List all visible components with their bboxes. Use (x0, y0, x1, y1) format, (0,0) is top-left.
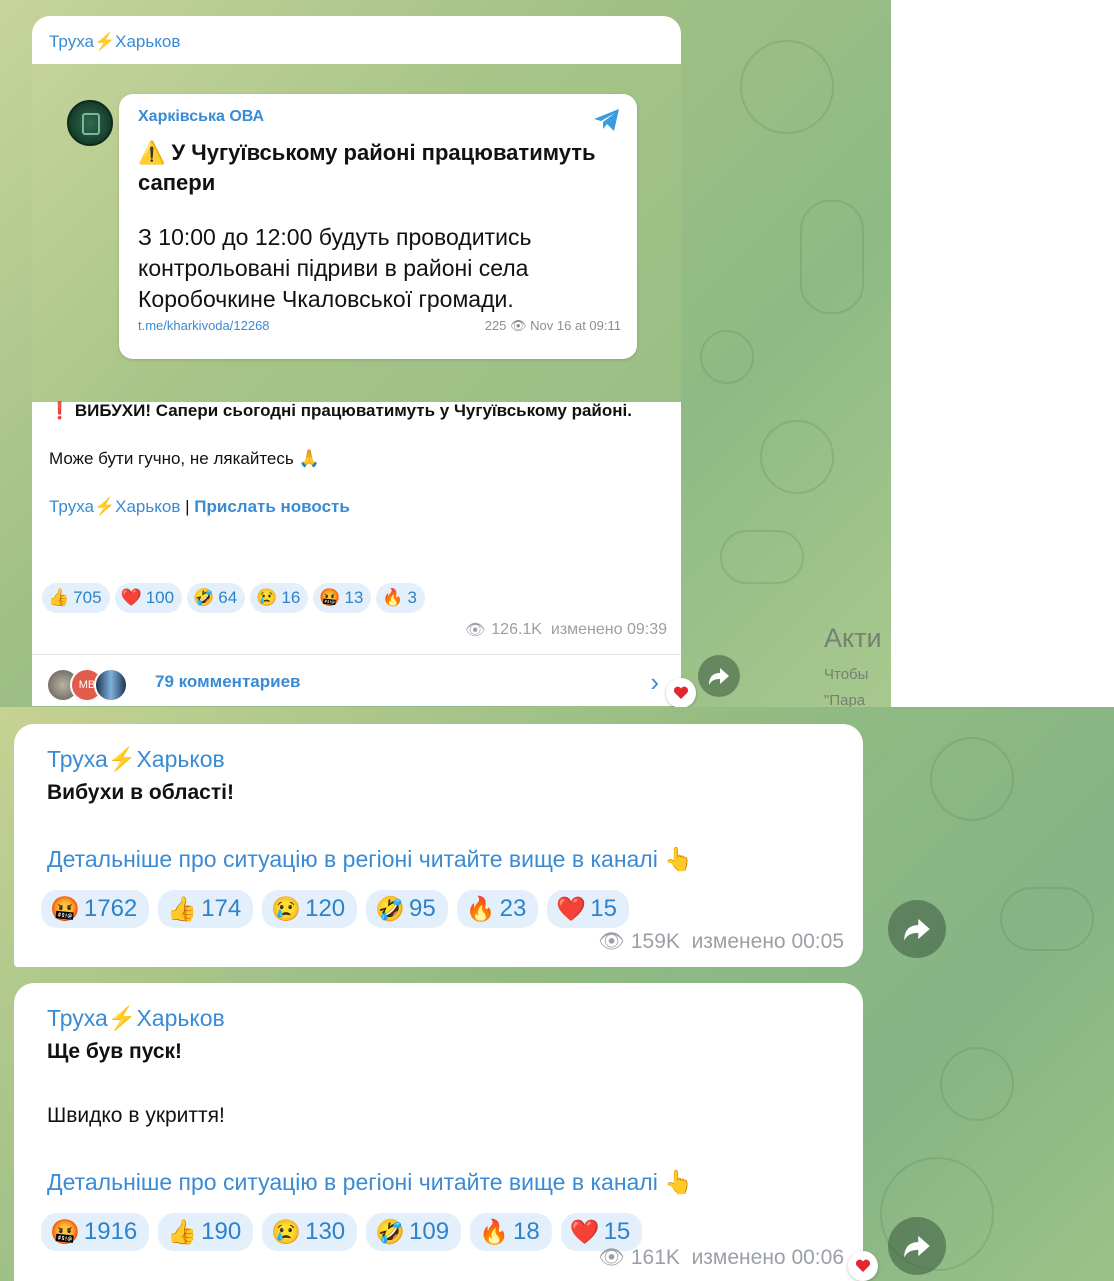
reaction-fire[interactable]: 🔥 23 (456, 890, 539, 928)
message-meta: 👁 161K изменено 00:06 (598, 1246, 844, 1270)
reactions-row: 👍 705 ❤️ 100 🤣 64 😢 16 🤬 13 🔥 3 (42, 583, 430, 613)
signature-channel[interactable]: Труха⚡Харьков (49, 497, 180, 516)
heart-reaction-icon[interactable] (666, 678, 696, 707)
reaction-fire[interactable]: 🔥 3 (376, 583, 426, 613)
doodle-balloon (740, 40, 834, 134)
reaction-cry[interactable]: 😢 130 (262, 1213, 358, 1251)
reaction-heart[interactable]: ❤️ 15 (547, 890, 629, 928)
share-arrow-icon[interactable] (698, 655, 740, 697)
source-avatar[interactable] (67, 100, 113, 146)
channel-name[interactable]: Труха⚡Харьков (47, 1005, 225, 1032)
reaction-rofl[interactable]: 🤣 64 (187, 583, 246, 613)
message-bubble[interactable]: Труха⚡Харьков Вибухи в області! Детальні… (14, 724, 863, 967)
comments-bar[interactable]: MB 79 комментариев › (32, 654, 681, 707)
message-meta: 👁 159K изменено 00:05 (598, 930, 844, 954)
embedded-body: З 10:00 до 12:00 будуть проводитись конт… (138, 224, 532, 312)
eye-icon: 👁 (464, 622, 486, 639)
reaction-heart[interactable]: ❤️ 100 (114, 583, 183, 613)
embedded-link[interactable]: t.me/kharkivoda/12268 (138, 318, 270, 333)
forwarded-media: Харківська ОВА ⚠️ У Чугуївському районі … (32, 64, 681, 402)
side-text: Акти (824, 623, 882, 653)
view-count: 159K (630, 930, 680, 953)
edited-time: изменено 00:06 (691, 1246, 844, 1269)
reaction-thumbs-up[interactable]: 👍 174 (158, 890, 254, 928)
doodle-fruit (930, 737, 1014, 821)
reaction-fire[interactable]: 🔥 18 (470, 1213, 552, 1251)
reaction-cursing[interactable]: 🤬 1916 (41, 1213, 150, 1251)
message-headline: ВИБУХИ! Сапери сьогодні працюватимуть у … (74, 401, 632, 420)
doodle-ball (760, 420, 834, 494)
lightning-icon: ⚡ (107, 1005, 137, 1031)
submit-news-link[interactable]: Прислать новость (194, 497, 350, 516)
doodle-dino (800, 200, 864, 314)
edited-time: изменено 00:05 (691, 930, 844, 953)
message-bubble[interactable]: Труха⚡Харьков Харківська ОВА ⚠️ У Чугуїв… (32, 16, 681, 706)
commenter-avatar (94, 668, 128, 702)
embedded-source-name[interactable]: Харківська ОВА (138, 108, 264, 126)
chevron-right-icon[interactable]: › (650, 667, 659, 698)
comments-count[interactable]: 79 комментариев (155, 672, 300, 692)
channel-name[interactable]: Труха⚡Харьков (47, 746, 225, 773)
lightning-icon: ⚡ (107, 746, 137, 772)
reaction-cursing[interactable]: 🤬 1762 (41, 890, 150, 928)
reaction-cursing[interactable]: 🤬 13 (313, 583, 372, 613)
share-arrow-icon[interactable] (888, 900, 946, 958)
embedded-views: 225 (484, 318, 507, 333)
embedded-date: Nov 16 at 09:11 (530, 318, 621, 333)
view-count: 126.1K (491, 621, 542, 638)
exclamation-icon: ❗ (49, 401, 71, 420)
signature: Труха⚡Харьков | Прислать новость (49, 497, 350, 516)
eye-icon: 👁 (598, 930, 625, 953)
message-line: Може бути гучно, не лякайтесь 🙏 (49, 449, 320, 468)
channel-name[interactable]: Труха⚡Харьков (49, 32, 180, 52)
reaction-rofl[interactable]: 🤣 95 (366, 890, 448, 928)
reaction-rofl[interactable]: 🤣 109 (366, 1213, 462, 1251)
heart-reaction-icon[interactable] (848, 1251, 878, 1281)
channel-link-text[interactable]: Детальніше про ситуацію в регіоні читайт… (47, 846, 693, 873)
embedded-title: ⚠️ У Чугуївському районі працюватимуть с… (138, 140, 596, 195)
doodle-cat (1000, 887, 1094, 951)
message-title: Ще був пуск! (47, 1040, 183, 1063)
message-bubble[interactable]: Труха⚡Харьков Ще був пуск! Швидко в укри… (14, 983, 863, 1281)
reaction-cry[interactable]: 😢 16 (250, 583, 309, 613)
doodle-bulb (700, 330, 754, 384)
side-text: "Пара (824, 692, 866, 707)
view-count: 161K (630, 1246, 680, 1269)
eye-icon: 👁 (510, 318, 531, 333)
message-meta: 👁 126.1K изменено 09:39 (465, 620, 667, 640)
reactions-row: 🤬 1762 👍 174 😢 120 🤣 95 🔥 23 ❤️ 15 (41, 890, 638, 928)
reaction-thumbs-up[interactable]: 👍 190 (158, 1213, 254, 1251)
chat-background-top: Труха⚡Харьков Харківська ОВА ⚠️ У Чугуїв… (0, 0, 891, 707)
message-title: Вибухи в області! (47, 781, 234, 804)
telegram-plane-icon (594, 109, 619, 131)
share-arrow-icon[interactable] (888, 1217, 946, 1275)
side-text: Чтобы (824, 666, 869, 683)
doodle-clock (940, 1047, 1014, 1121)
reactions-row: 🤬 1916 👍 190 😢 130 🤣 109 🔥 18 ❤️ 15 (41, 1213, 651, 1251)
edited-time: изменено 09:39 (550, 621, 667, 638)
embedded-post-card[interactable]: Харківська ОВА ⚠️ У Чугуївському районі … (67, 94, 637, 359)
doodle-palm (720, 530, 804, 584)
channel-link-text[interactable]: Детальніше про ситуацію в регіоні читайт… (47, 1169, 693, 1196)
reaction-thumbs-up[interactable]: 👍 705 (42, 583, 110, 613)
eye-icon: 👁 (598, 1246, 625, 1269)
lightning-icon: ⚡ (93, 32, 116, 51)
message-line: Швидко в укриття! (47, 1104, 225, 1127)
reaction-cry[interactable]: 😢 120 (262, 890, 358, 928)
embedded-meta: 225 👁 Nov 16 at 09:11 (485, 318, 621, 334)
message-text: ❗ ВИБУХИ! Сапери сьогодні працюватимуть … (49, 398, 659, 520)
